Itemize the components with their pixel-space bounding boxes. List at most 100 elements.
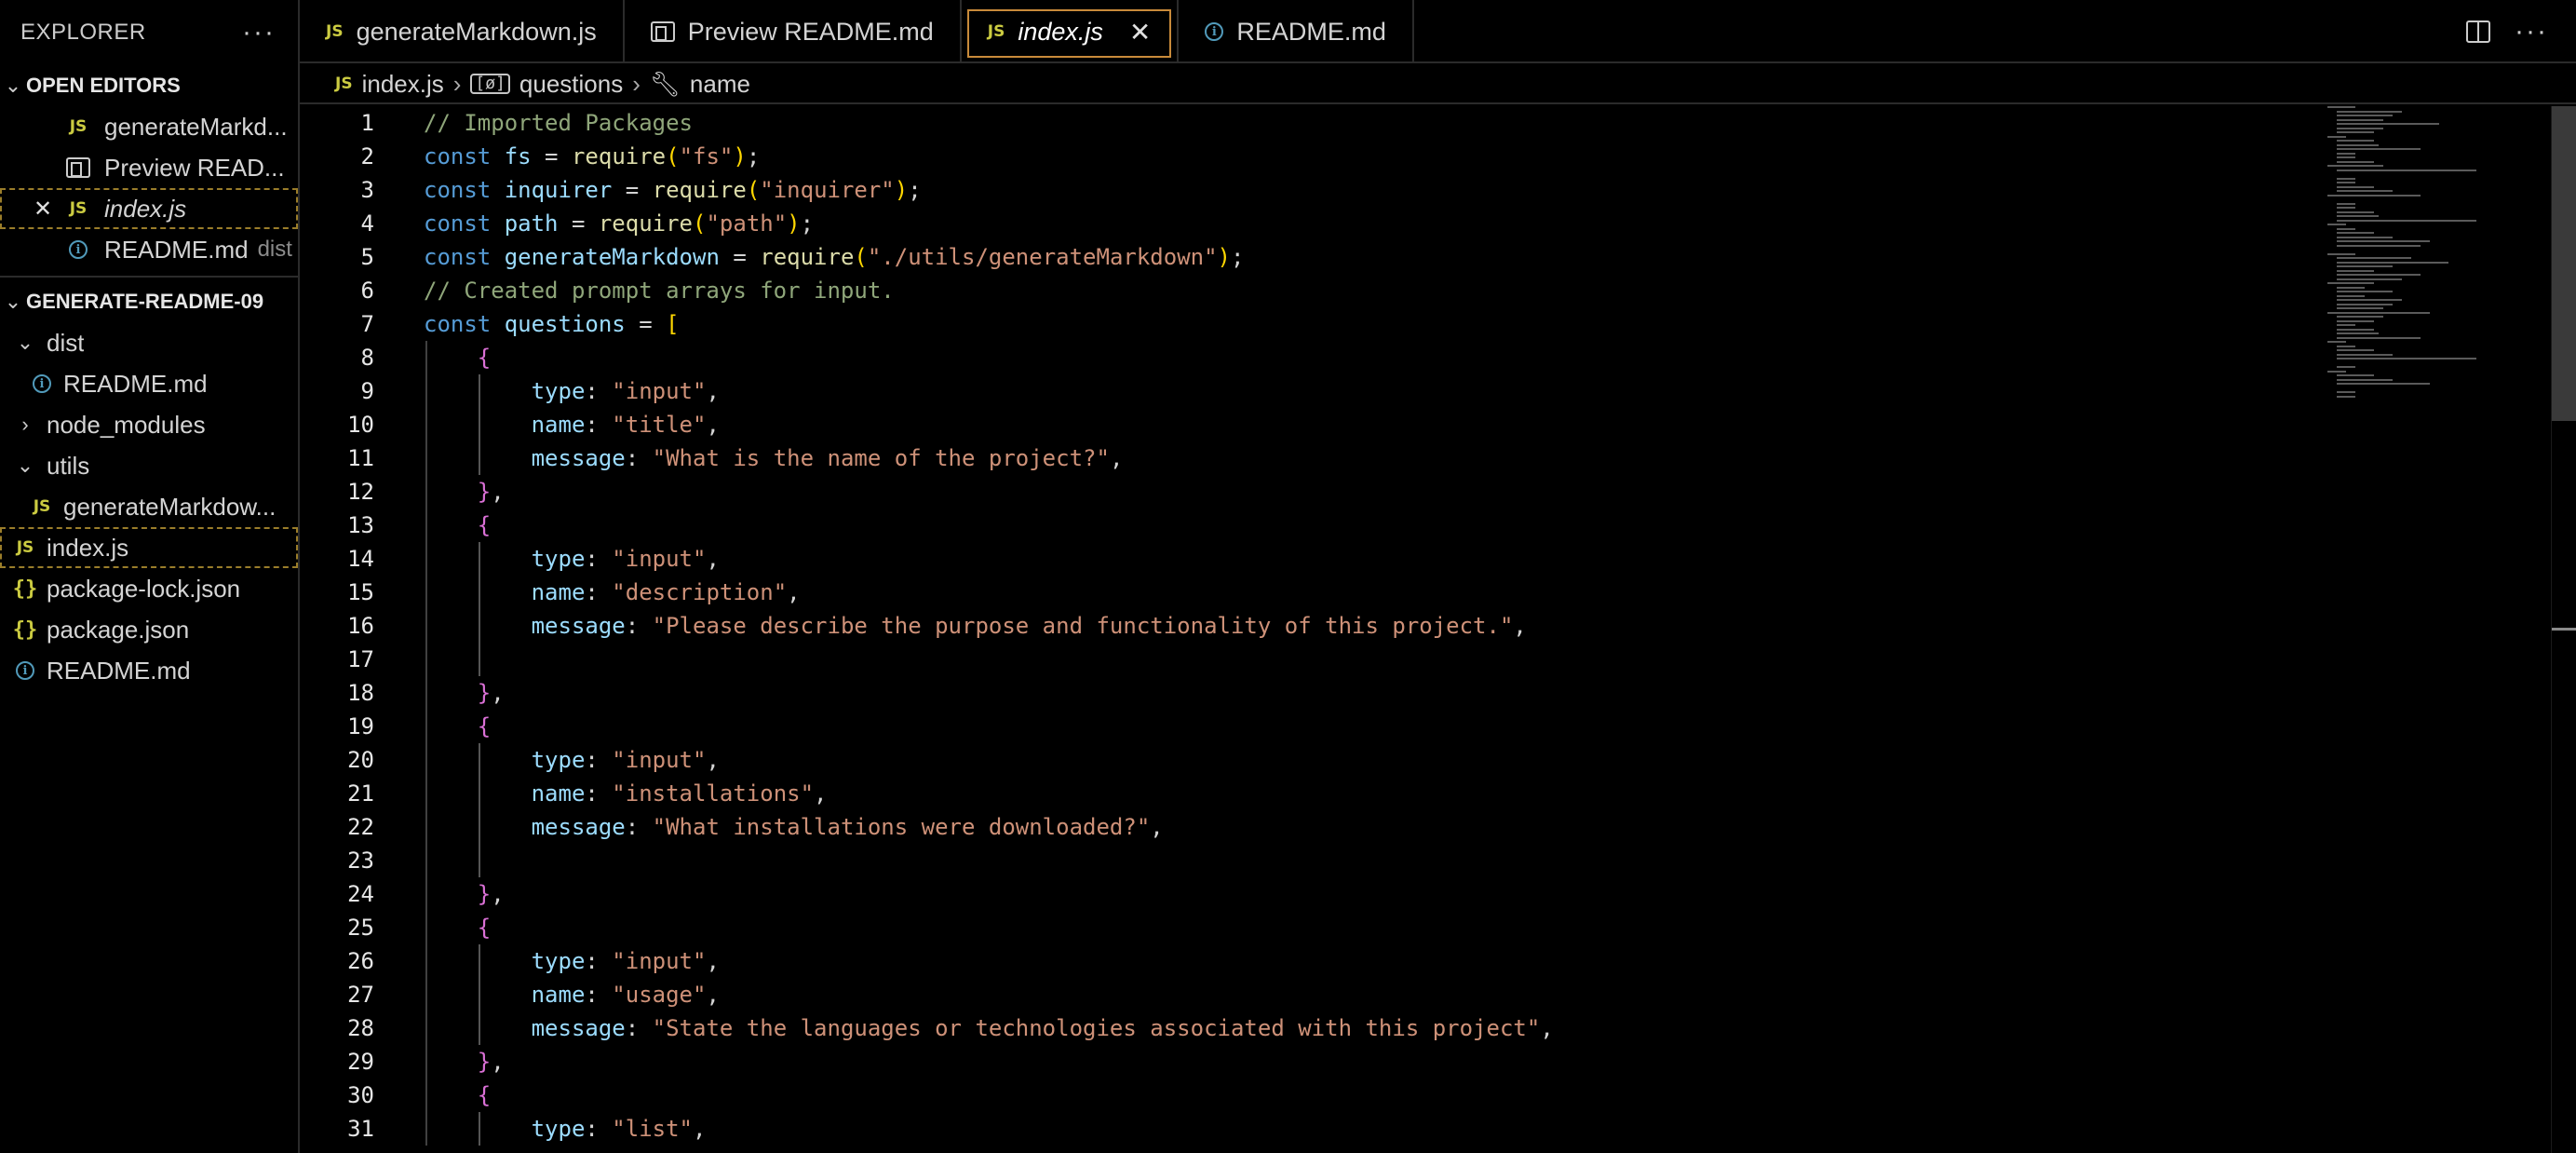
scrollbar-thumb[interactable] bbox=[2552, 106, 2576, 421]
minimap-line bbox=[2337, 358, 2476, 359]
info-icon: i bbox=[33, 374, 51, 393]
minimap-line bbox=[2327, 165, 2383, 167]
variable-symbol-icon: [ø] bbox=[470, 74, 510, 94]
code-token: , bbox=[706, 546, 720, 572]
code-text: }, bbox=[424, 680, 505, 706]
file-tree: ⌄ dist i README.md › node_modules ⌄ utils JS gene… bbox=[0, 322, 298, 691]
minimap-line bbox=[2337, 236, 2393, 238]
tab-1[interactable]: JS generateMarkdown.js bbox=[300, 0, 625, 63]
code-token: : bbox=[585, 982, 613, 1008]
minimap-line bbox=[2327, 224, 2346, 225]
minimap-line bbox=[2337, 123, 2439, 125]
indent-guide bbox=[479, 1112, 480, 1146]
indent-guide bbox=[479, 374, 480, 475]
breadcrumb-property[interactable]: name bbox=[690, 70, 750, 99]
tree-item[interactable]: i README.md bbox=[0, 363, 298, 404]
code-token: } bbox=[477, 680, 492, 706]
minimap-line bbox=[2337, 269, 2374, 272]
tab-3[interactable]: JS index.js ✕ bbox=[962, 0, 1180, 63]
code-line: 21 name: "installations", bbox=[300, 777, 827, 810]
code-token: { bbox=[477, 1082, 492, 1108]
chevron-down-icon: ⌄ bbox=[4, 74, 22, 97]
js-icon: JS bbox=[69, 199, 88, 218]
line-number: 31 bbox=[347, 1116, 374, 1142]
minimap-line bbox=[2337, 383, 2430, 385]
code-line: 9 type: "input", bbox=[300, 374, 720, 408]
tab-4[interactable]: i README.md bbox=[1179, 0, 1414, 63]
tree-item[interactable]: › node_modules bbox=[0, 404, 298, 445]
minimap-line bbox=[2337, 324, 2355, 326]
code-token: [ bbox=[666, 311, 680, 337]
breadcrumb-symbol[interactable]: questions bbox=[519, 70, 623, 99]
indent-guide bbox=[479, 944, 480, 1045]
tree-item[interactable]: i README.md bbox=[0, 650, 298, 691]
tree-item[interactable]: {} package.json bbox=[0, 609, 298, 650]
code-line: 18 }, bbox=[300, 676, 505, 710]
code-editor[interactable]: 1 // Imported Packages 2 const fs = require… bbox=[300, 106, 2576, 1153]
tree-item[interactable]: ⌄ dist bbox=[0, 322, 298, 363]
code-line: 7 const questions = [ bbox=[300, 307, 680, 341]
icon-slot: JS bbox=[60, 117, 97, 136]
js-icon: JS bbox=[33, 497, 51, 516]
minimap-line bbox=[2337, 257, 2411, 259]
icon-slot: {} bbox=[11, 618, 39, 642]
editor-scrollbar[interactable] bbox=[2551, 106, 2576, 1153]
open-editor-item[interactable]: ✕ JS index.js bbox=[0, 188, 298, 229]
breadcrumb-file[interactable]: index.js bbox=[362, 70, 444, 99]
open-editor-item[interactable]: Preview READ... bbox=[0, 147, 298, 188]
minimap[interactable] bbox=[2327, 106, 2551, 404]
project-section[interactable]: ⌄ GENERATE-README-09 bbox=[0, 281, 298, 322]
tree-item-label: README.md bbox=[63, 369, 208, 398]
open-editors-section[interactable]: ⌄ OPEN EDITORS bbox=[0, 65, 298, 106]
open-editor-item[interactable]: i README.md dist bbox=[0, 229, 298, 270]
explorer-more-icon[interactable]: ··· bbox=[242, 17, 276, 48]
tree-item-label: dist bbox=[47, 328, 85, 357]
preview-icon bbox=[66, 157, 90, 178]
code-line: 2 const fs = require("fs"); bbox=[300, 140, 761, 173]
code-text: }, bbox=[424, 881, 505, 907]
code-token: type bbox=[531, 747, 586, 773]
tab-label: generateMarkdown.js bbox=[356, 17, 597, 46]
split-editor-icon[interactable] bbox=[2466, 20, 2491, 43]
code-token: name bbox=[531, 982, 586, 1008]
more-actions-icon[interactable]: ··· bbox=[2515, 16, 2548, 47]
code-token: { bbox=[477, 512, 492, 538]
minimap-line bbox=[2337, 294, 2365, 297]
close-icon[interactable]: ✕ bbox=[1129, 17, 1151, 47]
tree-item-label: package.json bbox=[47, 615, 190, 644]
tab-label: README.md bbox=[1236, 17, 1386, 46]
close-icon[interactable]: ✕ bbox=[26, 196, 60, 223]
tab-2[interactable]: Preview README.md bbox=[625, 0, 962, 63]
code-token: , bbox=[491, 1049, 505, 1075]
tree-item[interactable]: {} package-lock.json bbox=[0, 568, 298, 609]
code-token: , bbox=[706, 378, 720, 404]
tree-item[interactable]: JS generateMarkdow... bbox=[0, 486, 298, 527]
code-token: } bbox=[477, 479, 492, 505]
code-text: const questions = [ bbox=[424, 311, 680, 337]
js-icon: JS bbox=[16, 538, 34, 557]
minimap-line bbox=[2337, 299, 2402, 301]
open-editor-item[interactable]: JS generateMarkd... bbox=[0, 106, 298, 147]
js-icon: JS bbox=[69, 117, 88, 136]
line-number: 9 bbox=[360, 378, 374, 404]
code-line: 22 message: "What installations were dow… bbox=[300, 810, 1164, 844]
code-token: "path" bbox=[706, 210, 788, 237]
tree-item[interactable]: JS index.js bbox=[0, 527, 298, 568]
code-token: ( bbox=[693, 210, 707, 237]
code-token: require bbox=[598, 210, 694, 237]
code-token: "input" bbox=[612, 948, 707, 974]
minimap-line bbox=[2337, 353, 2393, 356]
explorer-sidebar: EXPLORER ··· ⌄ OPEN EDITORS JS generateMa… bbox=[0, 0, 300, 1153]
line-number: 19 bbox=[347, 713, 374, 739]
code-token: "list" bbox=[612, 1116, 693, 1142]
minimap-line bbox=[2337, 215, 2379, 217]
line-number: 15 bbox=[347, 579, 374, 605]
code-line: 17 bbox=[300, 643, 374, 676]
code-token: name bbox=[531, 579, 586, 605]
tree-item[interactable]: ⌄ utils bbox=[0, 445, 298, 486]
